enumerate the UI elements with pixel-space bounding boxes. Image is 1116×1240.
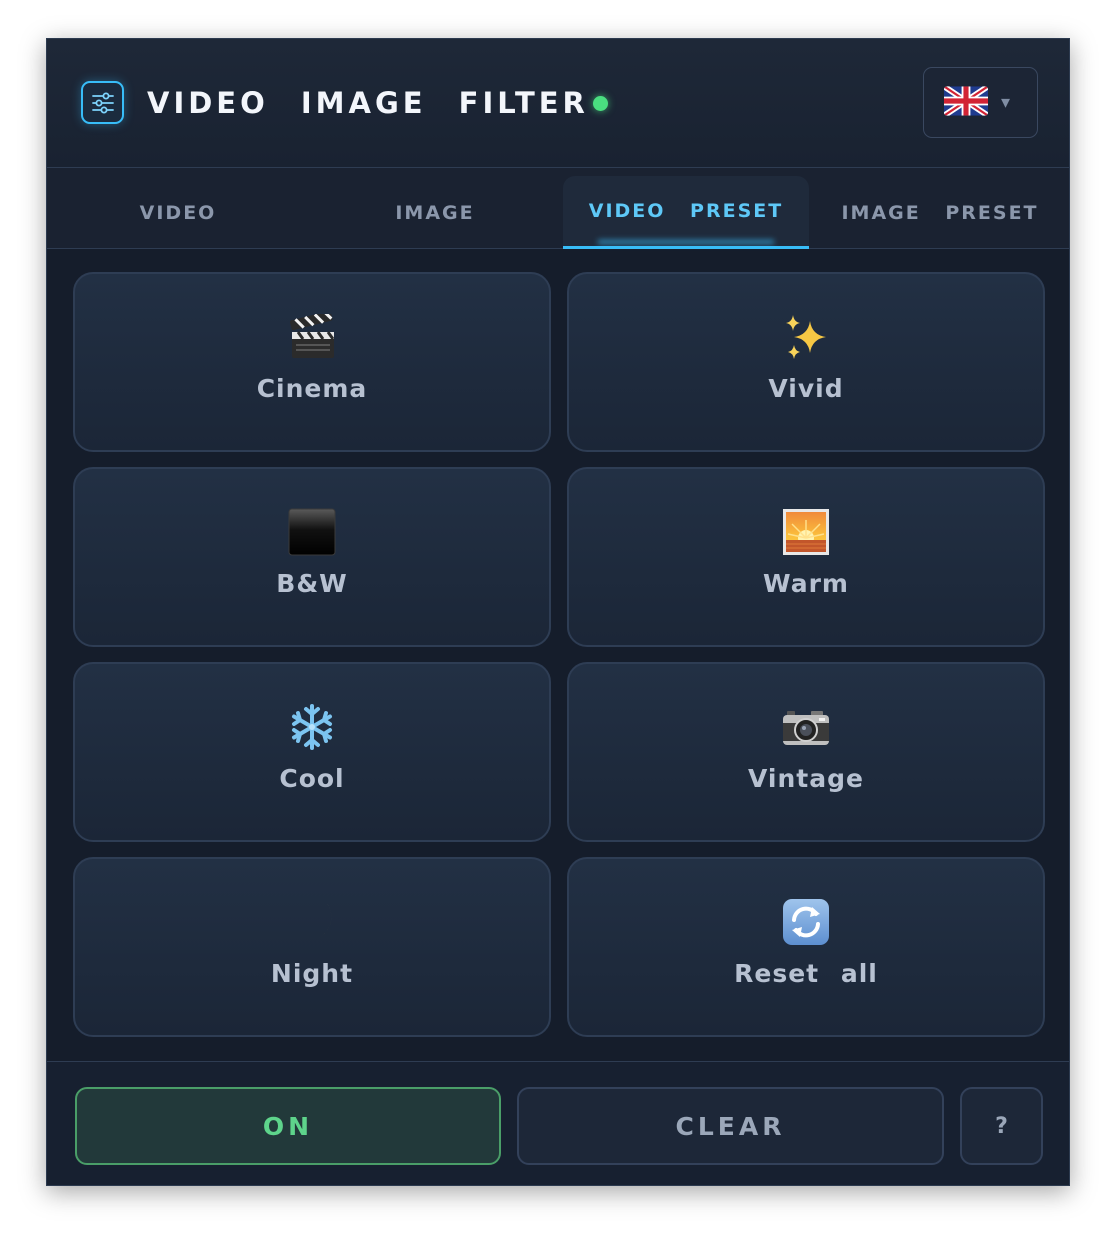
- clapperboard-icon: [288, 312, 336, 362]
- caret-down-icon: ▾: [1001, 92, 1011, 113]
- preset-warm-button[interactable]: Warm: [567, 467, 1045, 647]
- tab-image[interactable]: IMAGE: [309, 176, 561, 249]
- app-title: VIDEO IMAGE FILTER: [147, 86, 589, 120]
- uk-flag-icon: [944, 85, 988, 121]
- refresh-icon: [782, 897, 830, 947]
- preset-label: Night: [270, 959, 354, 988]
- preset-vivid-button[interactable]: Vivid: [567, 272, 1045, 452]
- preset-grid: Cinema Vivid B&W Warm Cool Vintage Night…: [73, 272, 1045, 1037]
- help-button[interactable]: ?: [960, 1087, 1043, 1165]
- power-on-button[interactable]: ON: [75, 1087, 501, 1165]
- status-indicator: [593, 96, 608, 111]
- sunset-icon: [782, 507, 830, 557]
- preset-label: Vintage: [748, 764, 864, 793]
- preset-bw-button[interactable]: B&W: [73, 467, 551, 647]
- tab-image-preset[interactable]: IMAGE PRESET: [809, 176, 1069, 249]
- preset-label: Reset all: [734, 959, 878, 988]
- sliders-icon: [81, 81, 124, 124]
- clear-button[interactable]: CLEAR: [517, 1087, 944, 1165]
- preset-label: Vivid: [768, 374, 844, 403]
- header: VIDEO IMAGE FILTER ▾: [47, 39, 1069, 168]
- tab-video[interactable]: VIDEO: [47, 176, 309, 249]
- black-square-icon: [288, 507, 336, 557]
- snowflake-icon: [288, 702, 336, 752]
- camera-icon: [781, 702, 831, 752]
- tab-video-preset[interactable]: VIDEO PRESET: [563, 176, 809, 249]
- preset-vintage-button[interactable]: Vintage: [567, 662, 1045, 842]
- preset-reset-all-button[interactable]: Reset all: [567, 857, 1045, 1037]
- preset-cinema-button[interactable]: Cinema: [73, 272, 551, 452]
- crescent-moon-icon: [287, 897, 337, 947]
- preset-label: Warm: [763, 569, 849, 598]
- footer: ON CLEAR ?: [47, 1061, 1069, 1185]
- tab-bar: VIDEO IMAGE VIDEO PRESET IMAGE PRESET: [47, 168, 1069, 249]
- preset-label: Cinema: [256, 374, 368, 403]
- filter-panel: VIDEO IMAGE FILTER ▾ VIDEO IMAGE VIDEO P…: [46, 38, 1070, 1186]
- preset-night-button[interactable]: Night: [73, 857, 551, 1037]
- language-selector[interactable]: ▾: [923, 67, 1038, 138]
- preset-label: Cool: [279, 764, 345, 793]
- preset-cool-button[interactable]: Cool: [73, 662, 551, 842]
- preset-label: B&W: [276, 569, 348, 598]
- sparkles-icon: [782, 312, 830, 362]
